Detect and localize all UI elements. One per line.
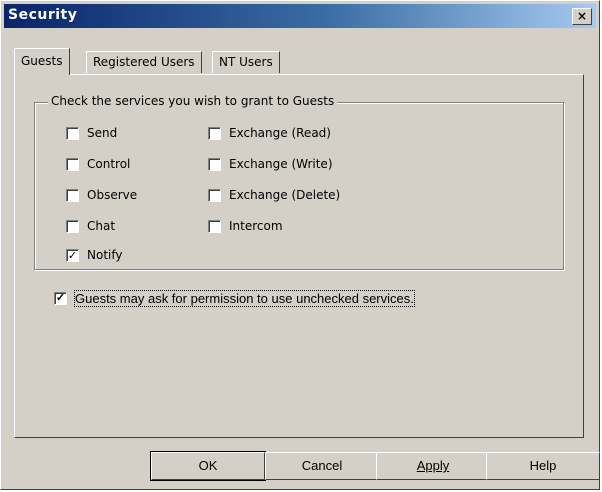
help-button[interactable]: Help (486, 452, 600, 480)
close-icon: × (576, 9, 588, 23)
tab-registered-users[interactable]: Registered Users (86, 51, 202, 73)
apply-button[interactable]: Apply (376, 452, 490, 480)
groupbox-legend: Check the services you wish to grant to … (48, 94, 338, 108)
title-bar[interactable]: Security × (4, 4, 596, 28)
tab-panel (14, 74, 584, 438)
tab-nt-users[interactable]: NT Users (212, 51, 280, 73)
cancel-button[interactable]: Cancel (265, 452, 379, 480)
tab-guests[interactable]: Guests (14, 48, 70, 75)
tab-label: NT Users (219, 55, 273, 69)
window-title: Security (8, 7, 78, 23)
close-button[interactable]: × (572, 8, 592, 25)
tab-label: Guests (21, 54, 63, 68)
tab-label: Registered Users (93, 55, 195, 69)
ok-button[interactable]: OK (150, 451, 266, 481)
button-label: Apply (416, 458, 450, 473)
